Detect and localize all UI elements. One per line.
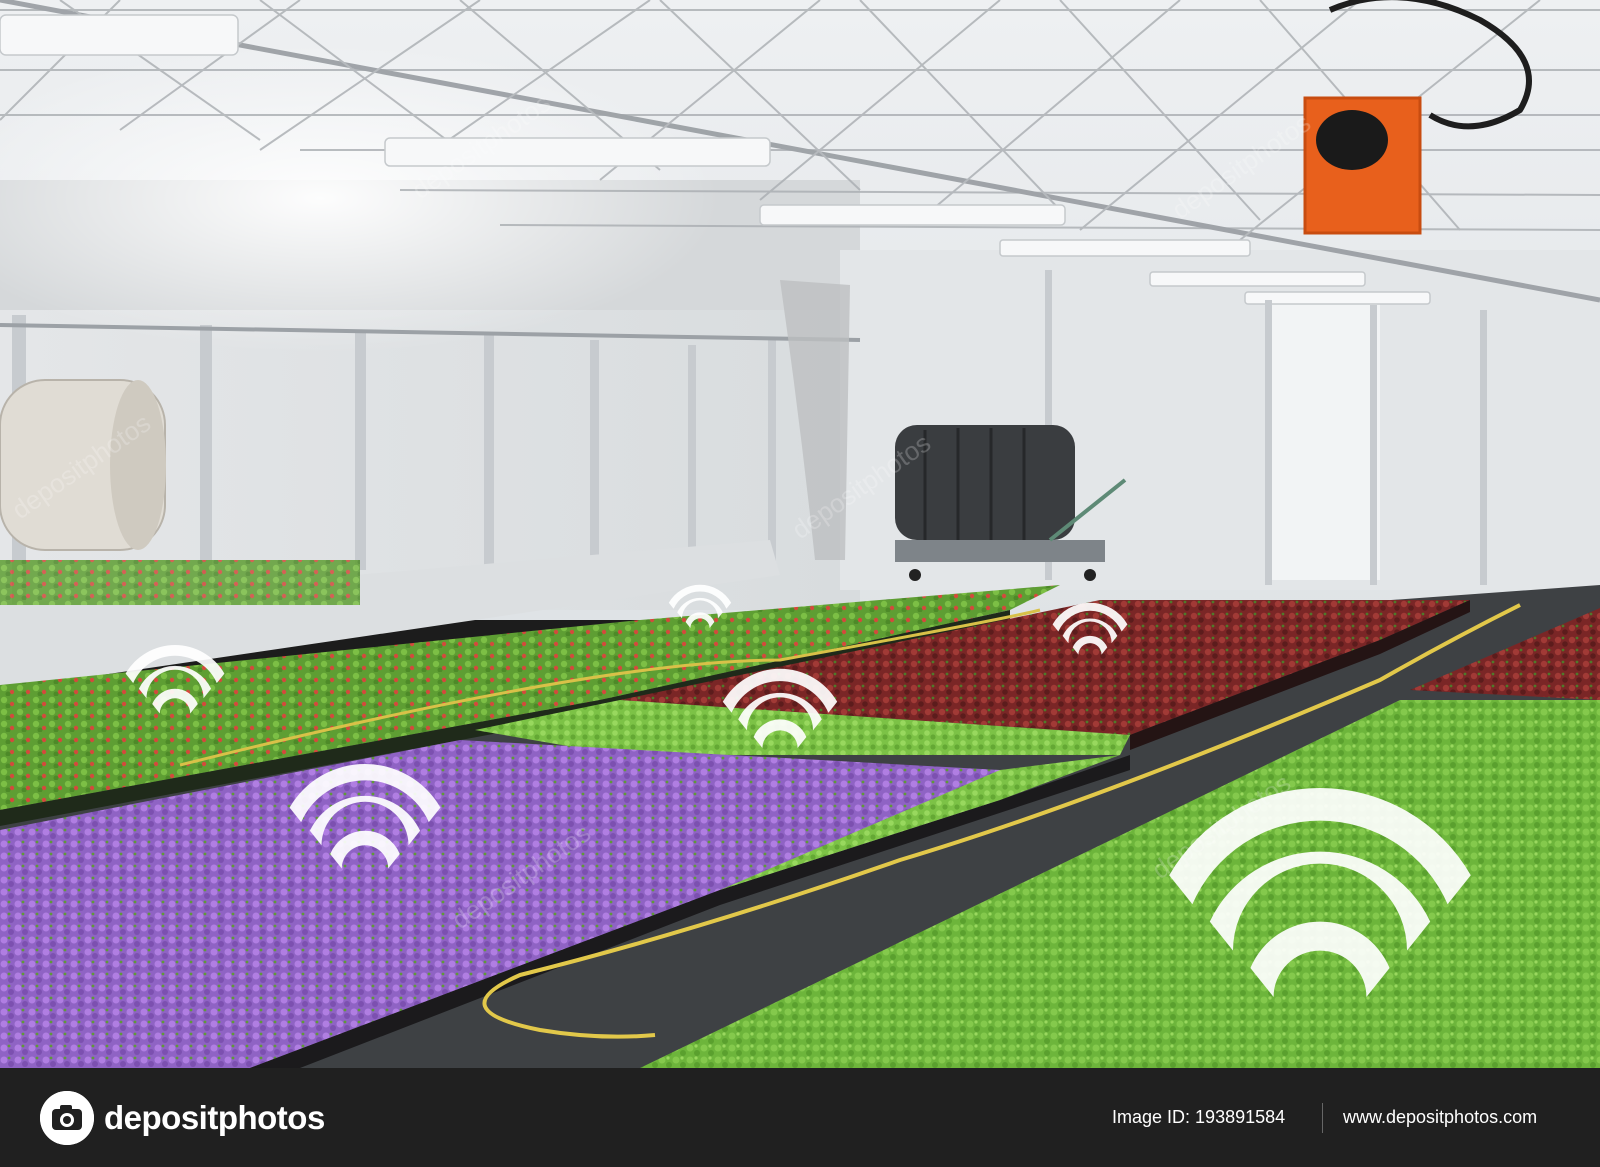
image-id-value: 193891584 xyxy=(1195,1107,1286,1127)
brand-name: depositphotos xyxy=(104,1099,325,1136)
image-id-label: Image ID: xyxy=(1112,1107,1191,1127)
camera-icon xyxy=(40,1091,94,1145)
brand-logo[interactable]: depositphotos xyxy=(40,1090,325,1146)
image-id: Image ID: 193891584 xyxy=(1112,1068,1285,1167)
ventilation-fan xyxy=(1303,96,1422,235)
site-link[interactable]: www.depositphotos.com xyxy=(1343,1068,1537,1167)
divider xyxy=(1322,1103,1323,1133)
stock-footer: depositphotos Image ID: 193891584 www.de… xyxy=(0,1068,1600,1167)
greenhouse-photo: depositphotos depositphotos depositphoto… xyxy=(0,0,1600,1068)
